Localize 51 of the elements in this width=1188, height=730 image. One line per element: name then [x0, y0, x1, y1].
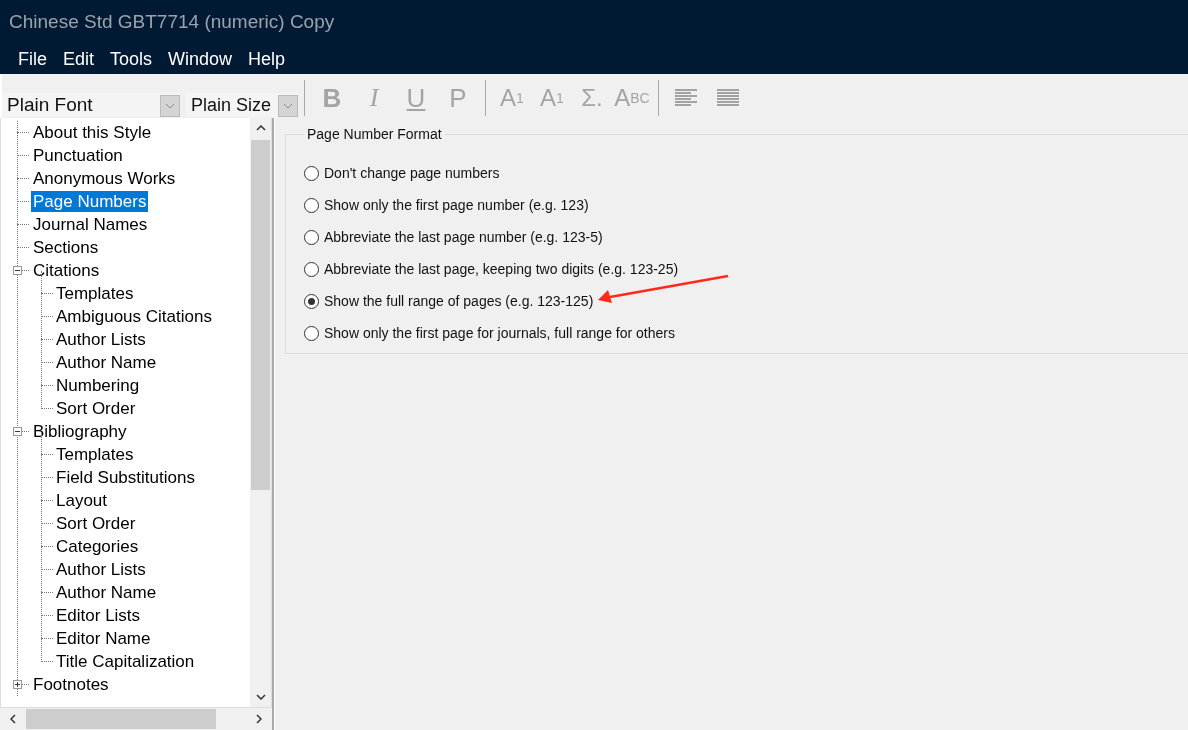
tree-item[interactable]: Templates: [54, 283, 136, 304]
radio-button[interactable]: [304, 293, 319, 309]
option-label: Show only the first page for journals, full range for others: [324, 325, 675, 341]
tree-item[interactable]: Footnotes: [31, 674, 111, 695]
radio-button[interactable]: [304, 165, 319, 181]
group-title: Page Number Format: [306, 126, 443, 142]
tree-item[interactable]: Sections: [31, 237, 101, 258]
tree-item[interactable]: Categories: [54, 536, 141, 557]
tree-item[interactable]: Layout: [54, 490, 110, 511]
tree-item[interactable]: Anonymous Works: [31, 168, 178, 189]
tree-item[interactable]: Page Numbers: [31, 191, 149, 212]
collapse-icon[interactable]: [13, 427, 22, 436]
tree-item[interactable]: Sort Order: [54, 513, 138, 534]
tree-item[interactable]: About this Style: [31, 122, 154, 143]
menu-item[interactable]: Tools: [102, 48, 161, 70]
tree-item[interactable]: Templates: [54, 444, 136, 465]
dropdown[interactable]: Plain Font: [2, 93, 180, 117]
tree-item[interactable]: Sort Order: [54, 398, 138, 419]
menu-item[interactable]: Edit: [55, 48, 103, 70]
radio-button[interactable]: [304, 197, 319, 213]
collapse-icon[interactable]: [13, 266, 22, 275]
tree-item[interactable]: Author Lists: [54, 559, 148, 580]
menu-item[interactable]: Help: [240, 48, 294, 70]
option-label: Don't change page numbers: [324, 165, 500, 181]
tree-item[interactable]: Field Substitutions: [54, 467, 197, 488]
expand-icon[interactable]: [13, 680, 22, 689]
tree-item[interactable]: Citations: [31, 260, 102, 281]
scrollbar-thumb[interactable]: [251, 140, 270, 490]
tree-item[interactable]: Author Lists: [54, 329, 148, 350]
radio-button[interactable]: [304, 325, 319, 341]
tree-item[interactable]: Journal Names: [31, 214, 150, 235]
radio-button[interactable]: [304, 229, 319, 245]
tree-item[interactable]: Editor Lists: [54, 605, 143, 626]
tree-item[interactable]: Numbering: [54, 375, 142, 396]
tree-item[interactable]: Ambiguous Citations: [54, 306, 214, 327]
option-label: Show the full range of pages (e.g. 123-125): [324, 293, 594, 309]
tree-item[interactable]: Author Name: [54, 352, 159, 373]
tree-item[interactable]: Punctuation: [31, 145, 125, 166]
tree-item[interactable]: Author Name: [54, 582, 159, 603]
menu-item[interactable]: File: [10, 48, 55, 70]
window-title: Chinese Std GBT7714 (numeric) Copy: [9, 11, 335, 33]
option-label: Abbreviate the last page, keeping two digits (e.g. 123-25): [324, 261, 679, 277]
tree-item[interactable]: Editor Name: [54, 628, 153, 649]
tree-item[interactable]: Title Capitalization: [54, 651, 197, 672]
option-label: Show only the first page number (e.g. 123): [324, 197, 589, 213]
scrollbar-thumb[interactable]: [26, 709, 216, 729]
menu-item[interactable]: Window: [160, 48, 241, 70]
radio-button[interactable]: [304, 261, 319, 277]
dropdown[interactable]: Plain Size: [186, 93, 298, 117]
tree-item[interactable]: Bibliography: [31, 421, 129, 442]
option-label: Abbreviate the last page number (e.g. 123-5): [324, 229, 603, 245]
